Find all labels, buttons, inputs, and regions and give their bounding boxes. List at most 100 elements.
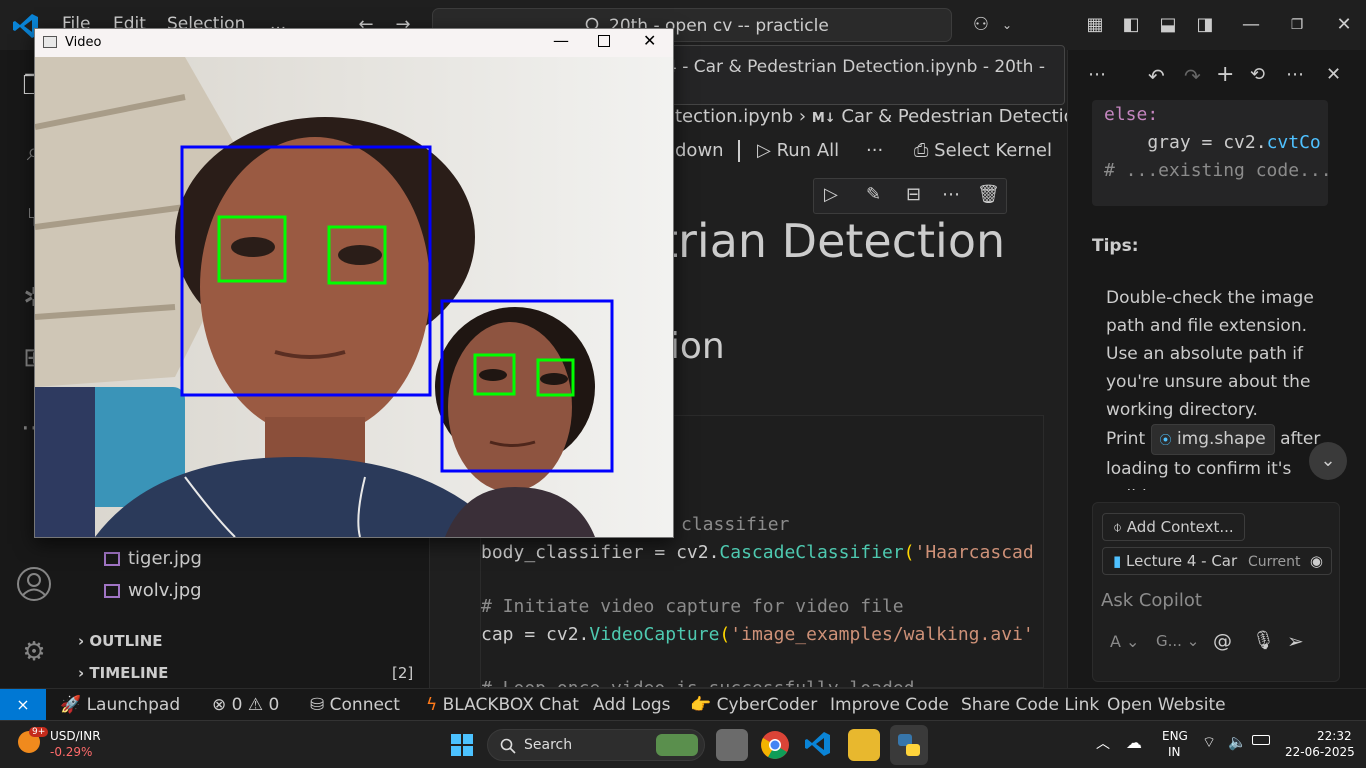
remote-indicator-button[interactable]: ⨯	[0, 689, 46, 721]
cybercoder-item[interactable]: 👉 CyberCoder	[690, 695, 817, 715]
remote-icon: ⨯	[16, 695, 30, 714]
cybercoder-label: CyberCoder	[716, 695, 818, 715]
outline-section[interactable]: › OUTLINE	[78, 632, 163, 650]
more-icon[interactable]: ⋯	[1286, 64, 1304, 85]
edit-pencil-icon[interactable]: ✎	[866, 184, 881, 205]
toggle-primary-sidebar-icon[interactable]: ◧	[1120, 14, 1142, 36]
markdown-button[interactable]: down	[675, 140, 724, 161]
code-line: body_classifier = cv2.CascadeClassifier(…	[481, 542, 1034, 563]
improve-code-item[interactable]: Improve Code	[830, 695, 949, 715]
launchpad-item[interactable]: 🚀 Launchpad	[60, 695, 180, 715]
split-cell-icon[interactable]: ⊟	[906, 184, 921, 205]
select-kernel-button[interactable]: ⎙ Select Kernel	[914, 140, 1052, 161]
code-line: # Loop once video is successfully loaded	[481, 678, 914, 687]
markdown-icon: M↓	[811, 111, 836, 126]
fabric	[35, 387, 95, 537]
chevron-down-icon[interactable]: ⌄	[996, 14, 1018, 36]
launchpad-label: Launchpad	[86, 695, 181, 715]
onedrive-cloud-icon[interactable]: ☁	[1126, 733, 1142, 752]
microphone-icon[interactable]: 🎙	[1252, 630, 1275, 651]
file-item[interactable]: tiger.jpg	[104, 548, 202, 569]
close-icon[interactable]: ✕	[1326, 64, 1341, 85]
more-icon[interactable]: ⋯	[942, 184, 960, 205]
connect-item[interactable]: ⛁ Connect	[310, 695, 400, 715]
eye-icon[interactable]: ◉	[1310, 548, 1323, 574]
history-icon[interactable]: ⟲	[1250, 64, 1265, 85]
breadcrumb-section[interactable]: Car & Pedestrian Detection	[841, 106, 1086, 127]
database-icon: ⛁	[310, 695, 325, 715]
chrome-icon[interactable]	[760, 730, 790, 760]
vscode-taskbar-icon[interactable]	[804, 730, 832, 758]
new-chat-plus-icon[interactable]: +	[1216, 62, 1234, 87]
delete-trash-icon[interactable]: 🗑	[977, 184, 1000, 205]
settings-gear-icon[interactable]: ⚙	[16, 634, 52, 670]
select-kernel-label: Select Kernel	[934, 140, 1052, 161]
current-file-chip[interactable]: ▮ Lecture 4 - Car Current ◉	[1102, 547, 1332, 575]
region-indicator: IN	[1168, 745, 1181, 759]
account-icon[interactable]	[16, 566, 52, 602]
clock-time[interactable]: 22:32	[1317, 729, 1352, 743]
error-count: 0	[231, 695, 243, 715]
add-context-button[interactable]: ⌽ Add Context...	[1102, 513, 1245, 541]
redo-icon[interactable]: ↷	[1184, 64, 1201, 88]
mention-button[interactable]: @	[1213, 630, 1232, 652]
execute-cell-icon[interactable]: ▷	[824, 184, 838, 205]
search-highlight-icon	[656, 734, 698, 756]
ask-copilot-input[interactable]: Ask Copilot	[1101, 590, 1202, 611]
minimize-icon[interactable]: —	[1240, 14, 1262, 36]
run-all-button[interactable]: ▷ Run All	[757, 140, 839, 161]
copilot-icon[interactable]: ⚇	[970, 14, 992, 36]
cell-toolbar: ▷ ✎ ⊟ ⋯ 🗑	[813, 178, 1007, 214]
add-logs-item[interactable]: Add Logs	[593, 695, 671, 715]
close-icon[interactable]: ✕	[643, 31, 656, 50]
ticker-name[interactable]: USD/INR	[50, 729, 101, 743]
customize-layout-icon[interactable]: ▦	[1084, 14, 1106, 36]
blackbox-label: BLACKBOX Chat	[442, 695, 579, 715]
timeline-section[interactable]: › TIMELINE	[78, 664, 168, 682]
file-item[interactable]: wolv.jpg	[104, 580, 202, 601]
current-label: Current	[1247, 554, 1301, 570]
code-keyword: else:	[1104, 104, 1159, 125]
maximize-icon[interactable]	[598, 35, 610, 47]
windows-start-icon[interactable]	[450, 733, 474, 757]
open-website-item[interactable]: Open Website	[1107, 695, 1226, 715]
search-label: Search	[524, 737, 573, 753]
image-file-icon	[104, 584, 120, 598]
python-active-app[interactable]	[890, 725, 928, 765]
share-code-link-item[interactable]: Share Code Link	[961, 695, 1099, 715]
code-reference-chip[interactable]: ⦿ img.shape	[1150, 424, 1275, 455]
code-line: cap = cv2.VideoCapture('image_examples/w…	[481, 624, 1034, 645]
restore-icon[interactable]: ❐	[1286, 14, 1308, 36]
wifi-icon[interactable]: ⌔	[1202, 733, 1216, 752]
minimize-icon[interactable]: —	[553, 31, 569, 50]
blackbox-chat-item[interactable]: ϟ BLACKBOX Chat	[426, 695, 579, 715]
scroll-down-button[interactable]: ⌄	[1309, 442, 1347, 480]
taskbar-search[interactable]: Search	[487, 729, 705, 761]
tab-tooltip: 4 - Car & Pedestrian Detection.ipynb - 2…	[655, 45, 1065, 105]
code-line: classifier	[681, 514, 790, 535]
more-actions-button[interactable]: ···	[866, 140, 883, 161]
file-explorer-icon[interactable]	[848, 729, 880, 761]
task-view-icon[interactable]	[716, 729, 748, 761]
chevron-down-icon: ⌄	[1320, 450, 1336, 471]
pointing-hand-icon: 👉	[690, 695, 712, 715]
video-window-titlebar[interactable]: Video — ✕	[35, 29, 673, 57]
error-icon: ⊗	[212, 695, 227, 715]
battery-icon[interactable]	[1252, 735, 1270, 745]
send-icon[interactable]: ➢	[1287, 629, 1304, 653]
volume-icon[interactable]: 🔈	[1228, 733, 1247, 751]
toggle-panel-icon[interactable]: ⬓	[1157, 14, 1179, 36]
model-picker[interactable]: G... ⌄	[1156, 632, 1199, 650]
undo-icon[interactable]: ↶	[1148, 64, 1165, 88]
code-fn: cvtCo	[1266, 132, 1321, 153]
rocket-icon: 🚀	[60, 695, 82, 715]
toggle-secondary-sidebar-icon[interactable]: ◨	[1194, 14, 1216, 36]
video-window-title: Video	[65, 35, 102, 50]
close-icon[interactable]: ✕	[1333, 14, 1355, 36]
problems-item[interactable]: ⊗ 0 ⚠ 0	[212, 695, 279, 715]
tray-overflow-icon[interactable]: ︿	[1096, 733, 1110, 753]
mode-picker[interactable]: A ⌄	[1110, 632, 1139, 651]
more-icon[interactable]: ⋯	[1088, 64, 1106, 85]
language-indicator[interactable]: ENG	[1162, 729, 1188, 743]
breadcrumb-file[interactable]: tection.ipynb	[675, 106, 793, 127]
